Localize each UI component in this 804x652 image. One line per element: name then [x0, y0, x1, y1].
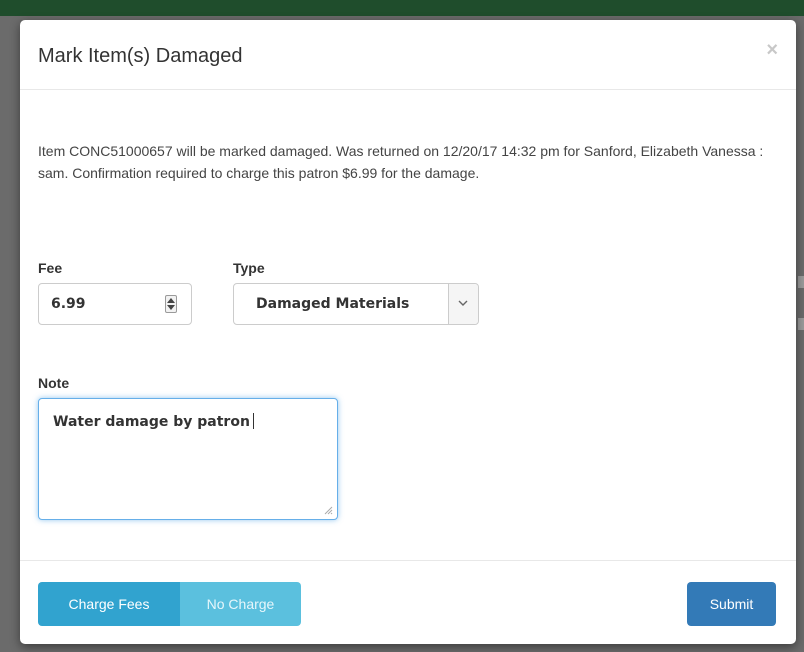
modal-header: Mark Item(s) Damaged × — [20, 20, 796, 90]
modal-footer: Charge Fees No Charge Submit — [20, 560, 796, 644]
spinner-arrows-icon[interactable] — [165, 295, 177, 313]
resize-grip-icon[interactable] — [323, 505, 333, 515]
damage-modal: Mark Item(s) Damaged × Item CONC51000657… — [20, 20, 796, 644]
type-select[interactable]: Damaged Materials — [233, 283, 479, 325]
charge-fees-button[interactable]: Charge Fees — [38, 582, 180, 626]
type-selected-value: Damaged Materials — [256, 296, 410, 312]
charge-toggle-group: Charge Fees No Charge — [38, 582, 301, 626]
close-icon[interactable]: × — [766, 40, 778, 60]
backdrop-fragment — [798, 318, 804, 330]
note-label: Note — [38, 375, 70, 391]
modal-title: Mark Item(s) Damaged — [38, 45, 243, 67]
note-text: Water damage by patron — [53, 413, 254, 430]
fee-label: Fee — [38, 260, 63, 276]
note-textarea[interactable]: Water damage by patron — [38, 398, 338, 520]
text-cursor — [252, 413, 254, 429]
fee-input[interactable]: 6.99 — [38, 283, 192, 325]
submit-button[interactable]: Submit — [687, 582, 776, 626]
fee-value: 6.99 — [51, 296, 86, 312]
chevron-down-icon[interactable] — [448, 284, 478, 324]
backdrop-fragment — [798, 276, 804, 288]
app-header-bar — [0, 0, 804, 16]
no-charge-button[interactable]: No Charge — [180, 582, 301, 626]
damage-message: Item CONC51000657 will be marked damaged… — [38, 143, 764, 181]
note-value: Water damage by patron — [53, 414, 250, 430]
type-label: Type — [233, 260, 265, 276]
